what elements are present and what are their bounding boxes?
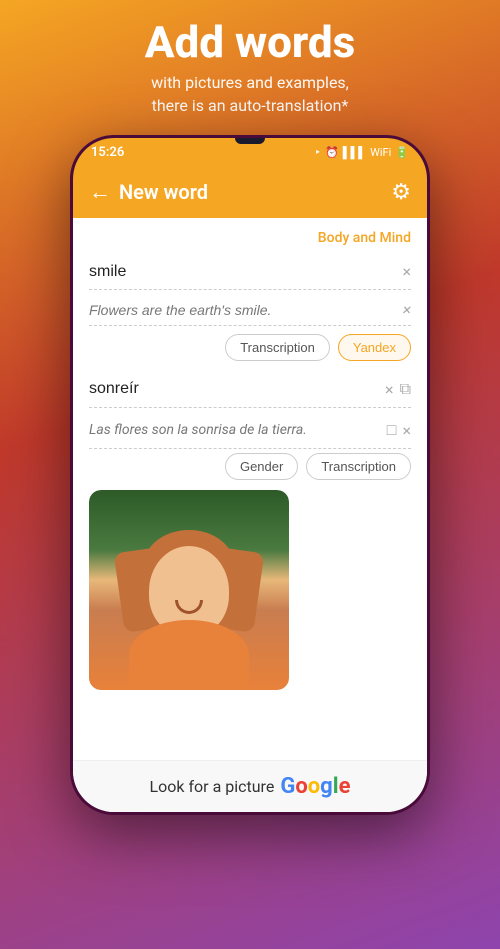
back-button[interactable]: ← [89, 179, 111, 205]
app-bar: ← New word ⚙ [73, 166, 427, 218]
gender-transcription-row: Gender Transcription [89, 453, 411, 480]
word-field-row: × [89, 254, 411, 290]
header-subtitle: with pictures and examples, there is an … [145, 72, 355, 117]
body [129, 620, 249, 690]
person-photo [89, 490, 289, 690]
image-section [89, 490, 411, 690]
translation-input[interactable] [89, 380, 379, 398]
bluetooth-icon: ‣ [315, 146, 322, 159]
google-logo: Google [280, 774, 350, 799]
signal-icon: ▌▌▌ [343, 146, 366, 159]
google-bar-label: Look for a picture [150, 777, 275, 796]
google-search-bar[interactable]: Look for a picture Google [73, 760, 427, 812]
app-bar-left: ← New word [89, 179, 208, 205]
sound-icon[interactable]: ⧉ [400, 379, 411, 399]
alarm-icon: ⏰ [325, 146, 339, 159]
example-field-row: × [89, 294, 411, 326]
app-bar-title: New word [119, 180, 208, 204]
word-clear-icon[interactable]: × [402, 262, 411, 281]
translation-example-text: Las flores son la sonrisa de la tierra. [89, 422, 381, 438]
header-title: Add words [145, 18, 355, 66]
example-clear-icon[interactable]: × [403, 300, 411, 319]
translation-example-row: Las flores son la sonrisa de la tierra. … [89, 412, 411, 449]
translation-clear-icon[interactable]: × [385, 380, 394, 399]
example-input[interactable] [89, 302, 397, 318]
translation-field-row: × ⧉ [89, 371, 411, 408]
phone-frame: 15:26 ‣ ⏰ ▌▌▌ WiFi 🔋 ← New word ⚙ Body a… [70, 135, 430, 815]
status-time: 15:26 [91, 145, 124, 160]
word-input[interactable] [89, 263, 396, 281]
phone-notch [235, 138, 265, 144]
yandex-button[interactable]: Yandex [338, 334, 411, 361]
status-icons: ‣ ⏰ ▌▌▌ WiFi 🔋 [315, 146, 410, 159]
category-label[interactable]: Body and Mind [89, 230, 411, 246]
battery-icon: 🔋 [395, 146, 409, 159]
smile [175, 600, 203, 614]
transcription-yandex-row: Transcription Yandex [89, 334, 411, 361]
transcription-button2[interactable]: Transcription [306, 453, 411, 480]
settings-icon[interactable]: ⚙ [391, 180, 411, 205]
header-section: Add words with pictures and examples, th… [145, 18, 355, 117]
translation-example-clear-icon[interactable]: × [402, 421, 411, 440]
transcription-button[interactable]: Transcription [225, 334, 330, 361]
screen-content: Body and Mind × × Transcription Yandex ×… [73, 218, 427, 812]
wifi-icon: WiFi [370, 146, 391, 159]
word-image[interactable] [89, 490, 289, 690]
copy-icon[interactable]: □ [387, 420, 397, 440]
gender-button[interactable]: Gender [225, 453, 298, 480]
content-inner: Body and Mind × × Transcription Yandex ×… [73, 218, 427, 702]
